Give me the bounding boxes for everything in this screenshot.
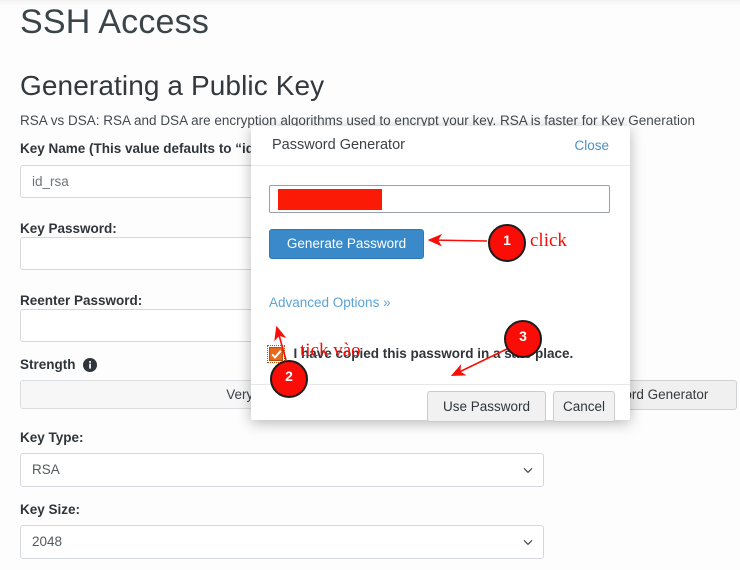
copied-password-label: I have copied this password in a safe pl… <box>293 346 574 361</box>
use-password-button[interactable]: Use Password <box>427 391 546 422</box>
check-icon <box>271 350 282 359</box>
key-type-label: Key Type: <box>20 430 84 445</box>
modal-close-link[interactable]: Close <box>574 138 609 153</box>
key-type-value: RSA <box>32 462 60 477</box>
copied-password-checkbox-row[interactable]: I have copied this password in a safe pl… <box>267 345 574 363</box>
generate-password-button[interactable]: Generate Password <box>269 229 424 259</box>
redaction-overlay <box>278 189 382 210</box>
key-type-select[interactable]: RSA <box>20 453 544 487</box>
key-size-label: Key Size: <box>20 502 81 517</box>
modal-footer: Use Password Cancel <box>251 384 630 422</box>
advanced-options-link[interactable]: Advanced Options » <box>269 295 391 310</box>
info-icon[interactable] <box>83 358 97 372</box>
password-generator-modal: Password Generator Close Advanced Option… <box>251 126 630 422</box>
modal-header: Password Generator Close <box>251 126 630 166</box>
key-password-label: Key Password: <box>20 221 117 236</box>
copied-password-checkbox[interactable] <box>267 345 285 363</box>
generated-password-input[interactable] <box>269 185 610 213</box>
modal-body: Advanced Options » I have copied this pa… <box>251 165 630 383</box>
key-size-value: 2048 <box>32 534 63 549</box>
key-size-select[interactable]: 2048 <box>20 525 544 559</box>
modal-title: Password Generator <box>272 137 405 153</box>
page-title: SSH Access <box>20 3 210 41</box>
reenter-password-label: Reenter Password: <box>20 293 143 308</box>
page-root: SSH Access Generating a Public Key RSA v… <box>0 0 740 565</box>
section-title: Generating a Public Key <box>20 70 325 101</box>
cancel-button[interactable]: Cancel <box>553 391 615 422</box>
strength-label: Strength <box>20 357 76 372</box>
chevron-down-icon <box>523 467 533 476</box>
chevron-down-icon <box>523 539 533 548</box>
